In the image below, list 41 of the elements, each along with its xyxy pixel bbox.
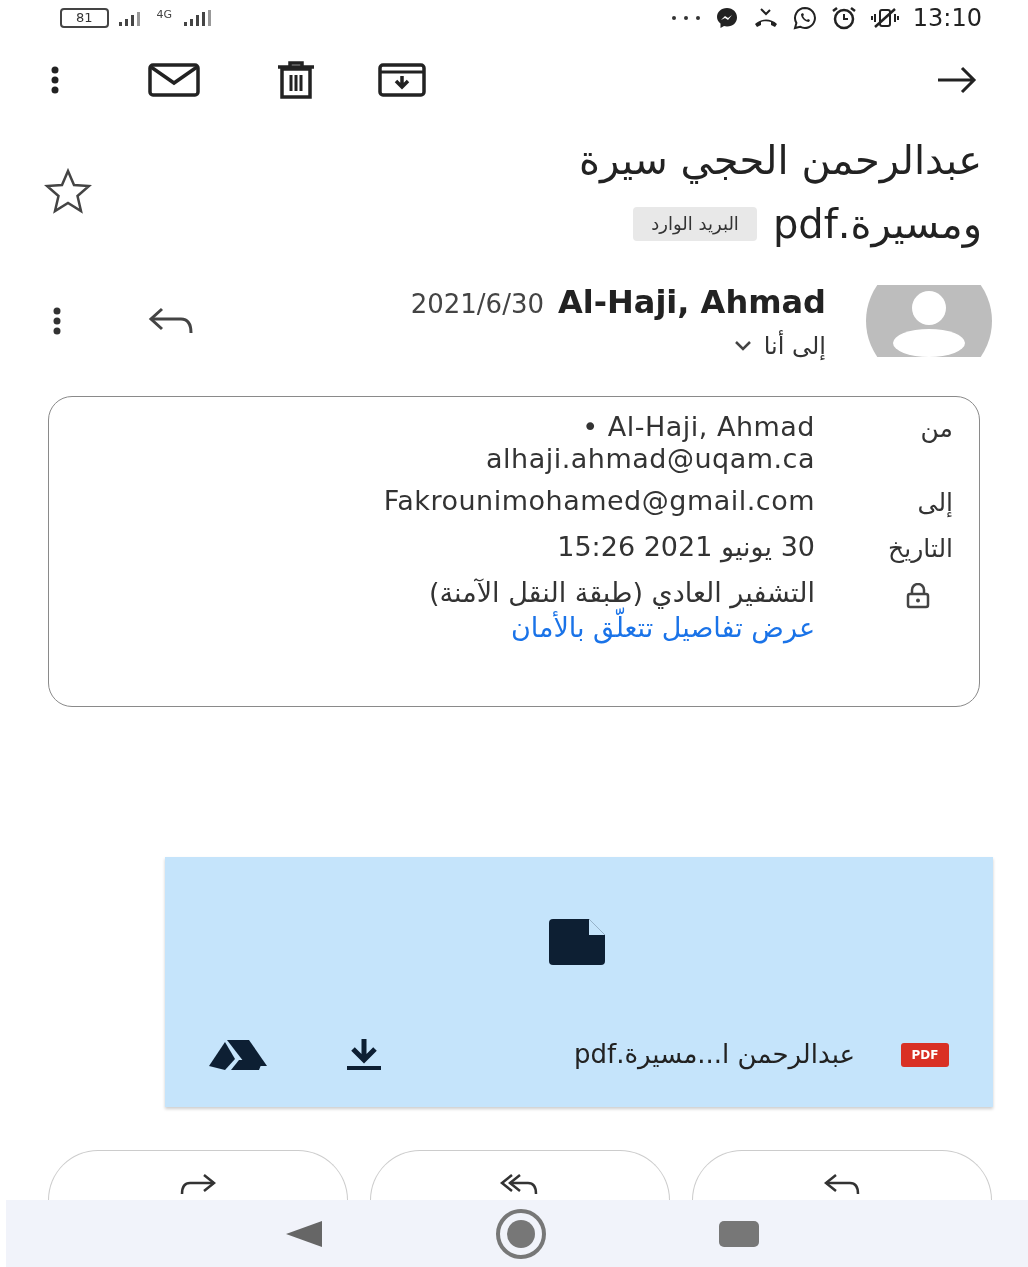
mail-icon[interactable] [148, 63, 200, 97]
clock-time: 13:10 [912, 3, 982, 34]
inbox-label[interactable]: البريد الوارد [633, 207, 757, 241]
archive-icon[interactable] [378, 63, 426, 97]
field-label: إلى [916, 487, 953, 519]
reply-icon [822, 1173, 862, 1195]
alarm-icon [830, 6, 857, 30]
back-icon[interactable] [284, 1218, 324, 1249]
drive-icon[interactable] [209, 1039, 267, 1070]
missed-call-icon [752, 7, 779, 29]
email-subject: عبدالرحمن الحجي سيرة [579, 136, 982, 186]
download-icon[interactable] [345, 1038, 383, 1071]
forward-icon [178, 1173, 218, 1195]
chat-bubble-icon [714, 6, 739, 30]
lock-icon [905, 583, 931, 609]
more-options-icon[interactable] [52, 307, 62, 335]
recipient-summary[interactable]: إلى أنا [763, 328, 826, 364]
star-icon[interactable] [44, 168, 92, 214]
home-icon[interactable] [494, 1206, 548, 1261]
field-label: من [919, 413, 953, 445]
chevron-down-icon[interactable] [733, 340, 752, 352]
field-value: • Al-Haji, Ahmad [581, 411, 815, 443]
email-date: 2021/6/30 [410, 288, 544, 321]
muted-vibrate-icon [870, 7, 899, 29]
file-type-badge: PDF [901, 1042, 949, 1067]
more-options-icon[interactable] [50, 66, 60, 94]
network-type: 4G [156, 8, 173, 20]
field-value: 30 يونيو 2021 15:26 [557, 531, 815, 563]
forward-arrow-icon[interactable] [936, 65, 978, 95]
field-label: التاريخ [887, 533, 953, 565]
recents-icon[interactable] [718, 1219, 760, 1248]
field-value: Fakrounimohamed@gmail.com [383, 485, 815, 517]
attachment-name: عبدالرحمن ا...مسيرة.pdf [572, 1038, 855, 1072]
email-subject: ومسيرة.pdf [772, 200, 982, 250]
phone-chat-icon [792, 6, 817, 30]
delete-icon[interactable] [276, 61, 316, 99]
security-details-link[interactable]: عرض تفاصيل تتعلّق بالأمان [429, 609, 815, 647]
sender-name: Al-Haji, Ahmad [558, 282, 826, 323]
field-value: alhaji.ahmad@uqam.ca [486, 443, 815, 475]
battery-level: 81 [60, 8, 109, 28]
more-icon [670, 15, 701, 21]
